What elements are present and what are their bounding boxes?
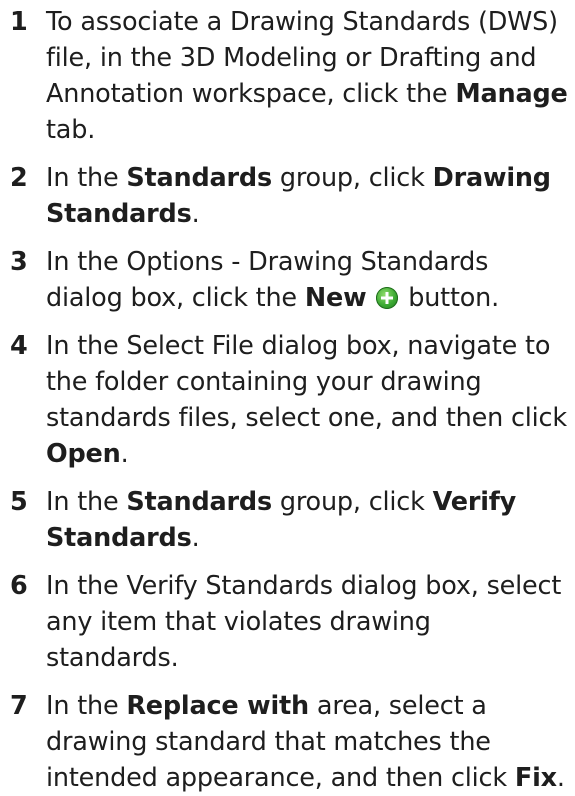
step-2: 2 In the Standards group, click Drawing … <box>0 160 575 232</box>
step-number: 4 <box>10 331 28 361</box>
step-7: 7 In the Replace with area, select a dra… <box>0 688 575 796</box>
step-3: 3 In the Options - Drawing Standards dia… <box>0 244 575 316</box>
step-text: In the Replace with area, select a drawi… <box>46 691 565 793</box>
step-1: 1 To associate a Drawing Standards (DWS)… <box>0 4 575 148</box>
step-number: 1 <box>10 7 28 37</box>
step-text: In the Standards group, click Verify Sta… <box>46 487 517 553</box>
ui-term-replace-with: Replace with <box>126 691 310 721</box>
step-number: 7 <box>10 691 28 721</box>
step-text: In the Select File dialog box, navigate … <box>46 331 567 469</box>
ui-term-new: New <box>304 283 367 313</box>
instruction-steps-list: 1 To associate a Drawing Standards (DWS)… <box>0 0 575 796</box>
step-number: 5 <box>10 487 28 517</box>
step-text: To associate a Drawing Standards (DWS) f… <box>46 7 568 145</box>
ui-term-standards: Standards <box>126 163 272 193</box>
step-text: In the Options - Drawing Standards dialo… <box>46 247 500 313</box>
green-plus-icon <box>376 287 399 309</box>
step-4: 4 In the Select File dialog box, navigat… <box>0 328 575 472</box>
ui-term-standards: Standards <box>126 487 272 517</box>
step-text: In the Standards group, click Drawing St… <box>46 163 551 229</box>
ui-term-manage: Manage <box>455 79 568 109</box>
step-number: 3 <box>10 247 28 277</box>
ui-term-open: Open <box>46 439 121 469</box>
step-number: 6 <box>10 571 28 601</box>
step-5: 5 In the Standards group, click Verify S… <box>0 484 575 556</box>
step-6: 6 In the Verify Standards dialog box, se… <box>0 568 575 676</box>
step-number: 2 <box>10 163 28 193</box>
step-text: In the Verify Standards dialog box, sele… <box>46 571 562 673</box>
ui-term-fix: Fix <box>514 763 557 793</box>
